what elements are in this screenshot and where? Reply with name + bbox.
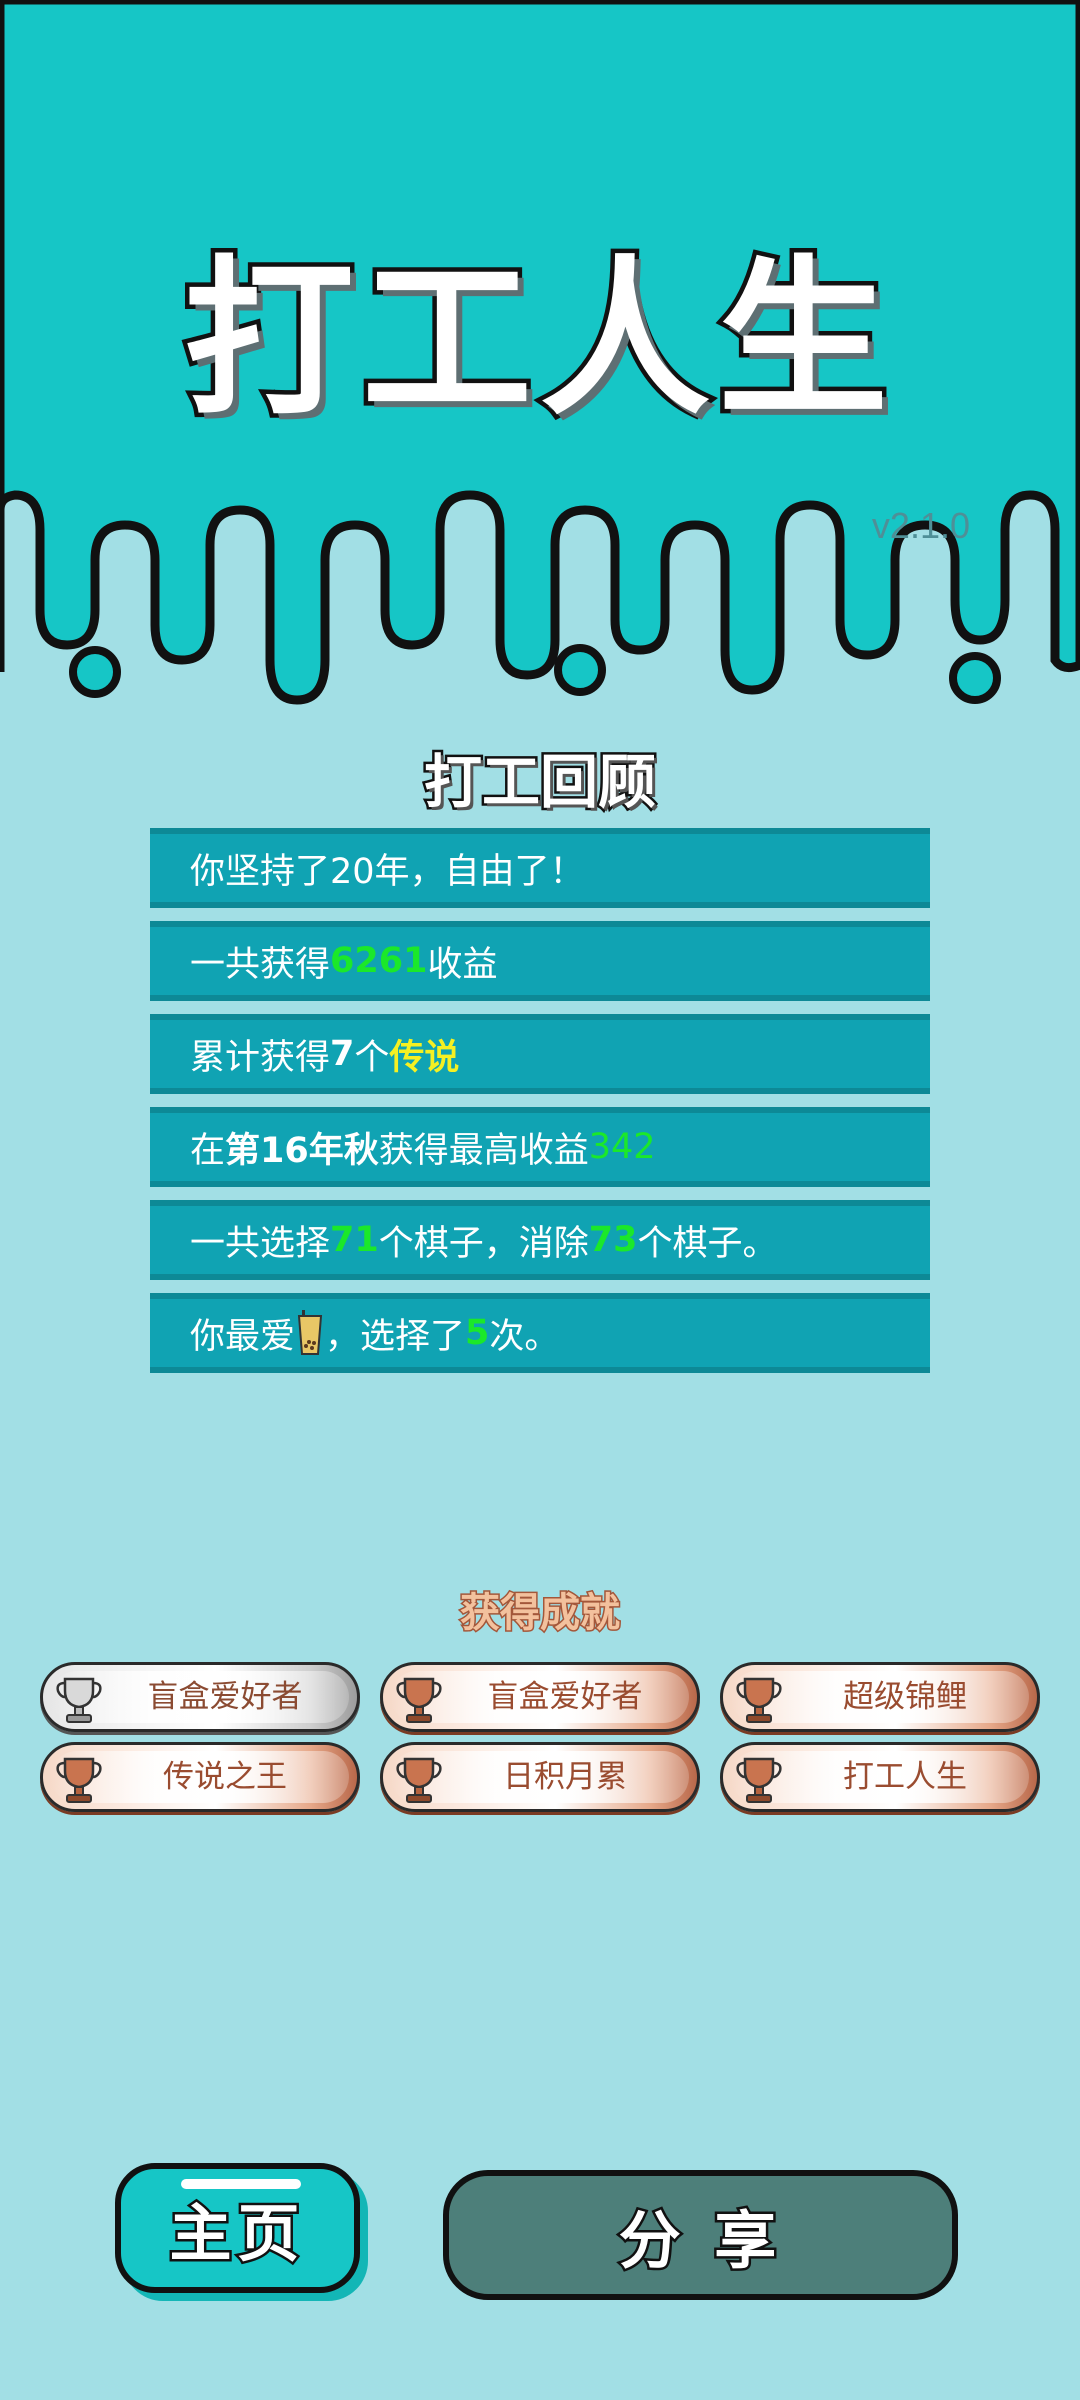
achievement-label: 日积月累 <box>503 1759 627 1795</box>
review-row-favorite: 你最爱 ，选择了 5 次。 <box>150 1293 930 1373</box>
review-list: 你坚持了20年，自由了！ 一共获得 6261 收益 累计获得 7 个传说 在 第16年秋… <box>150 828 930 1386</box>
home-button[interactable]: 主页 <box>115 2163 360 2293</box>
review-text: 收益 <box>427 944 498 985</box>
review-row-years: 你坚持了20年，自由了！ <box>150 828 930 908</box>
share-button[interactable]: 分 享 <box>443 2170 958 2300</box>
review-text: ，选择了 <box>325 1316 466 1357</box>
share-button-label: 分 享 <box>616 2202 783 2280</box>
favorite-count: 5 <box>465 1313 490 1353</box>
achievements-title: 获得成就 <box>459 1589 622 1638</box>
bronze-trophy-icon <box>396 1757 442 1803</box>
bubble-tea-icon <box>297 1310 323 1355</box>
review-text: 次。 <box>489 1316 560 1357</box>
income-value: 6261 <box>330 941 428 981</box>
review-text: 个棋子，消除 <box>378 1223 589 1264</box>
achievement-badge[interactable]: 盲盒爱好者 <box>380 1662 700 1732</box>
achievements-grid: 盲盒爱好者 盲盒爱好者 超级锦鲤 传说之王 日积月累 打工人生 <box>40 1662 1040 1812</box>
achievement-badge[interactable]: 盲盒爱好者 <box>40 1662 360 1732</box>
review-text: 你最爱 <box>190 1316 296 1357</box>
achievement-badge[interactable]: 传说之王 <box>40 1742 360 1812</box>
review-text: 一共选择 <box>190 1223 331 1264</box>
review-title: 打工回顾 <box>421 746 658 819</box>
achievement-badge[interactable]: 打工人生 <box>720 1742 1040 1812</box>
achievement-label: 盲盒爱好者 <box>147 1679 303 1715</box>
best-season: 第16年秋 <box>225 1130 379 1171</box>
pieces-selected: 71 <box>330 1220 379 1260</box>
achievement-label: 盲盒爱好者 <box>487 1679 643 1715</box>
achievement-label: 传说之王 <box>163 1759 287 1795</box>
version-label: v2.1.0 <box>871 505 970 546</box>
review-text: 你坚持了20年，自由了！ <box>190 851 585 892</box>
review-row-best-season: 在 第16年秋 获得最高收益 342 <box>150 1107 930 1187</box>
review-text: 在 <box>190 1130 226 1171</box>
review-text: 个棋子。 <box>637 1223 778 1264</box>
bronze-trophy-icon <box>736 1757 782 1803</box>
game-title: 打工人生 <box>179 241 896 439</box>
best-income-value: 342 <box>588 1127 656 1167</box>
review-text: 个 <box>354 1037 390 1078</box>
review-text: 累计获得 <box>190 1037 331 1078</box>
review-row-pieces: 一共选择 71 个棋子，消除 73 个棋子。 <box>150 1200 930 1280</box>
review-row-income: 一共获得 6261 收益 <box>150 921 930 1001</box>
bronze-trophy-icon <box>56 1757 102 1803</box>
bronze-trophy-icon <box>396 1677 442 1723</box>
review-text: 获得最高收益 <box>378 1130 589 1171</box>
achievement-label: 打工人生 <box>843 1759 967 1795</box>
legend-count: 7 <box>330 1034 355 1074</box>
review-row-legends: 累计获得 7 个传说 <box>150 1014 930 1094</box>
silver-trophy-icon <box>56 1677 102 1723</box>
achievement-badge[interactable]: 日积月累 <box>380 1742 700 1812</box>
pieces-removed: 73 <box>588 1220 638 1260</box>
review-text: 一共获得 <box>190 944 331 985</box>
home-button-label: 主页 <box>167 2195 306 2273</box>
bronze-trophy-icon <box>736 1677 782 1723</box>
button-shine <box>181 2179 301 2189</box>
legend-label: 传说 <box>389 1037 460 1078</box>
achievement-label: 超级锦鲤 <box>843 1679 967 1715</box>
achievement-badge[interactable]: 超级锦鲤 <box>720 1662 1040 1732</box>
